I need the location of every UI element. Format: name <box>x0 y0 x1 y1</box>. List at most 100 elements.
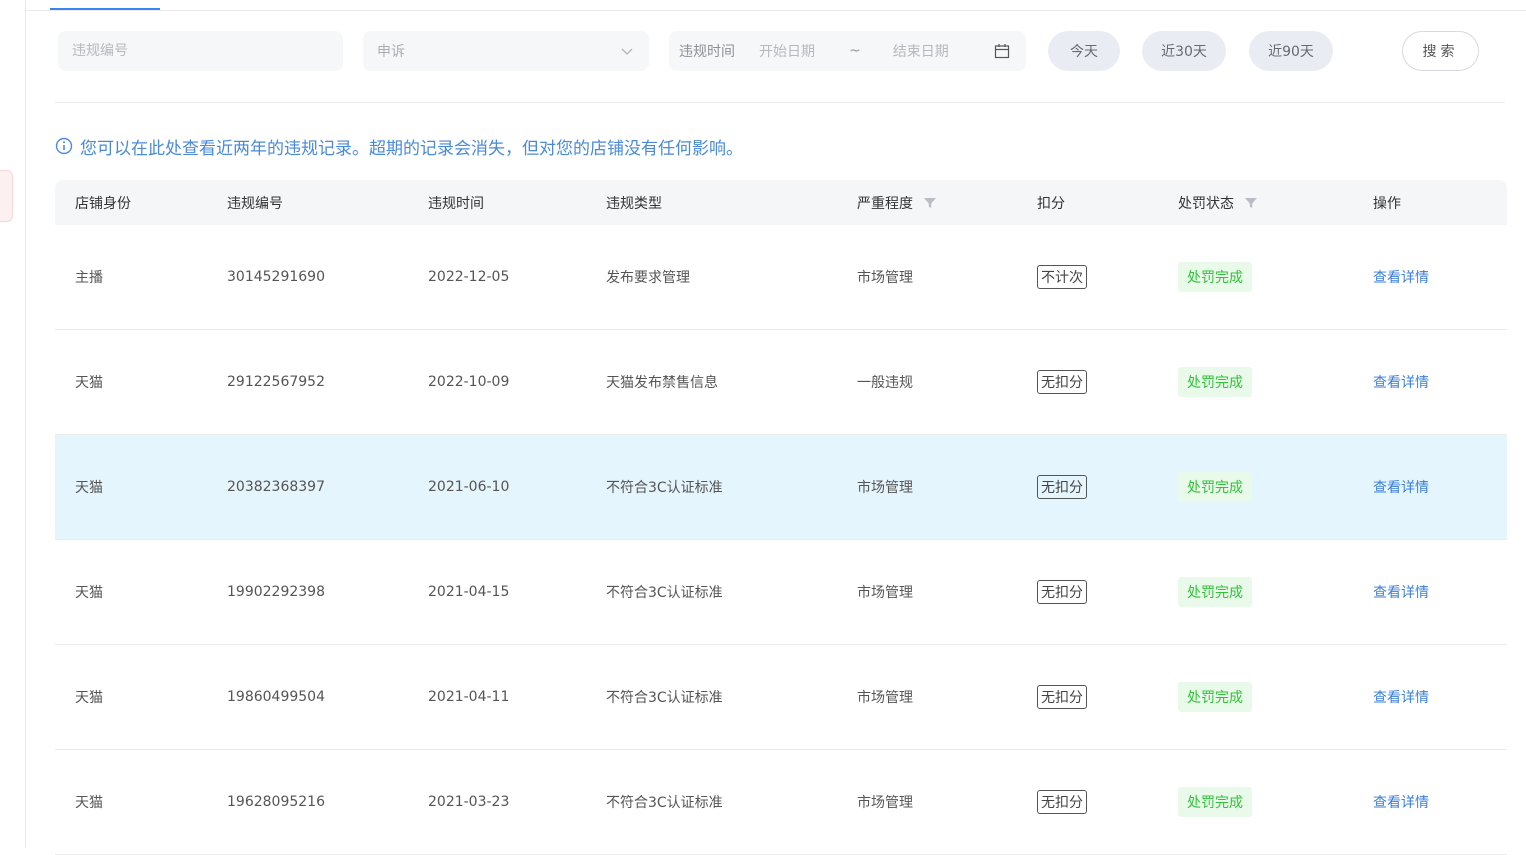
cell-number: 19860499504 <box>227 689 325 705</box>
quick-today-button[interactable]: 今天 <box>1048 31 1120 71</box>
tab-bar-divider <box>26 10 1526 11</box>
cell-time: 2021-03-23 <box>428 794 510 810</box>
cell-action-wrap: 查看详情 <box>1373 435 1429 539</box>
table-row: 天猫 19902292398 2021-04-15 不符合3C认证标准 市场管理… <box>55 540 1507 645</box>
cell-type: 天猫发布禁售信息 <box>606 375 718 391</box>
status-badge: 处罚完成 <box>1178 577 1252 607</box>
header-score: 扣分 <box>1037 195 1065 212</box>
header-status: 处罚状态 <box>1178 195 1234 212</box>
cell-severity: 市场管理 <box>857 795 913 811</box>
cell-score-badge: 无扣分 <box>1037 685 1087 709</box>
cell-severity: 一般违规 <box>857 375 913 391</box>
header-severity: 严重程度 <box>857 195 913 212</box>
cell-number: 20382368397 <box>227 479 325 495</box>
cell-status-wrap: 处罚完成 <box>1178 225 1252 329</box>
header-identity: 店铺身份 <box>75 195 131 212</box>
cell-type: 不符合3C认证标准 <box>606 480 723 496</box>
view-details-link[interactable]: 查看详情 <box>1373 792 1429 812</box>
cell-severity: 市场管理 <box>857 480 913 496</box>
header-action: 操作 <box>1373 195 1401 212</box>
cell-time: 2021-04-11 <box>428 689 510 705</box>
cell-type: 不符合3C认证标准 <box>606 795 723 811</box>
cell-status-wrap: 处罚完成 <box>1178 645 1252 749</box>
cell-score-wrap: 无扣分 <box>1037 330 1087 434</box>
header-type: 违规类型 <box>606 195 662 212</box>
cell-action-wrap: 查看详情 <box>1373 645 1429 749</box>
status-badge: 处罚完成 <box>1178 262 1252 292</box>
status-badge: 处罚完成 <box>1178 787 1252 817</box>
table-row: 天猫 29122567952 2022-10-09 天猫发布禁售信息 一般违规 … <box>55 330 1507 435</box>
info-icon <box>55 137 73 155</box>
cell-score-badge: 无扣分 <box>1037 790 1087 814</box>
cell-type: 不符合3C认证标准 <box>606 690 723 706</box>
left-sidebar-edge <box>0 0 26 848</box>
quick-30-days-button[interactable]: 近30天 <box>1142 31 1226 71</box>
view-details-link[interactable]: 查看详情 <box>1373 267 1429 287</box>
cell-severity: 市场管理 <box>857 270 913 286</box>
cell-action-wrap: 查看详情 <box>1373 225 1429 329</box>
cell-identity: 主播 <box>75 270 103 286</box>
search-button[interactable]: 搜索 <box>1402 31 1479 71</box>
cell-status-wrap: 处罚完成 <box>1178 330 1252 434</box>
header-number: 违规编号 <box>227 195 283 212</box>
cell-number: 29122567952 <box>227 374 325 390</box>
table-body: 主播 30145291690 2022-12-05 发布要求管理 市场管理 不计… <box>55 225 1507 855</box>
date-range-picker[interactable]: 违规时间 开始日期 ~ 结束日期 <box>669 31 1026 71</box>
cell-score-badge: 无扣分 <box>1037 580 1087 604</box>
cell-score-badge: 无扣分 <box>1037 370 1087 394</box>
violation-number-field[interactable] <box>58 31 343 71</box>
cell-severity: 市场管理 <box>857 585 913 601</box>
header-status-cell: 处罚状态 <box>1178 180 1258 225</box>
cell-status-wrap: 处罚完成 <box>1178 540 1252 644</box>
cell-action-wrap: 查看详情 <box>1373 330 1429 434</box>
notice-text: 您可以在此处查看近两年的违规记录。超期的记录会消失，但对您的店铺没有任何影响。 <box>80 138 743 159</box>
cell-type: 不符合3C认证标准 <box>606 585 723 601</box>
cell-number: 19902292398 <box>227 584 325 600</box>
date-range-separator: ~ <box>849 43 861 59</box>
end-date-input[interactable]: 结束日期 <box>893 41 949 61</box>
view-details-link[interactable]: 查看详情 <box>1373 582 1429 602</box>
status-badge: 处罚完成 <box>1178 472 1252 502</box>
cell-type: 发布要求管理 <box>606 270 690 286</box>
cell-identity: 天猫 <box>75 480 103 496</box>
cell-score-wrap: 无扣分 <box>1037 645 1087 749</box>
header-time: 违规时间 <box>428 195 484 212</box>
cell-status-wrap: 处罚完成 <box>1178 750 1252 854</box>
cell-action-wrap: 查看详情 <box>1373 540 1429 644</box>
cell-time: 2022-10-09 <box>428 374 510 390</box>
cell-score-wrap: 无扣分 <box>1037 435 1087 539</box>
header-severity-cell: 严重程度 <box>857 180 937 225</box>
calendar-icon[interactable] <box>994 43 1010 59</box>
date-range-label: 违规时间 <box>679 44 735 60</box>
table-row: 天猫 19860499504 2021-04-11 不符合3C认证标准 市场管理… <box>55 645 1507 750</box>
view-details-link[interactable]: 查看详情 <box>1373 477 1429 497</box>
cell-identity: 天猫 <box>75 795 103 811</box>
cell-score-badge: 无扣分 <box>1037 475 1087 499</box>
cell-identity: 天猫 <box>75 585 103 601</box>
view-details-link[interactable]: 查看详情 <box>1373 372 1429 392</box>
violation-number-input[interactable] <box>58 31 343 71</box>
cell-number: 19628095216 <box>227 794 325 810</box>
cell-severity: 市场管理 <box>857 690 913 706</box>
active-tab-indicator <box>50 8 160 10</box>
quick-90-days-button[interactable]: 近90天 <box>1249 31 1333 71</box>
start-date-input[interactable]: 开始日期 <box>759 41 815 61</box>
cell-identity: 天猫 <box>75 690 103 706</box>
status-filter-icon[interactable] <box>1244 196 1258 210</box>
cell-time: 2021-04-15 <box>428 584 510 600</box>
table-row-hovered: 天猫 20382368397 2021-06-10 不符合3C认证标准 市场管理… <box>55 435 1507 540</box>
cell-score-wrap: 不计次 <box>1037 225 1087 329</box>
cell-time: 2021-06-10 <box>428 479 510 495</box>
status-badge: 处罚完成 <box>1178 367 1252 397</box>
violation-type-select[interactable]: 申诉 <box>363 31 649 71</box>
severity-filter-icon[interactable] <box>923 196 937 210</box>
cell-score-badge: 不计次 <box>1037 265 1087 289</box>
cell-identity: 天猫 <box>75 375 103 391</box>
violation-table: 店铺身份 违规编号 违规时间 违规类型 严重程度 扣分 处罚状态 操作 主播 3… <box>55 180 1507 855</box>
cell-status-wrap: 处罚完成 <box>1178 435 1252 539</box>
view-details-link[interactable]: 查看详情 <box>1373 687 1429 707</box>
cell-score-wrap: 无扣分 <box>1037 540 1087 644</box>
table-header: 店铺身份 违规编号 违规时间 违规类型 严重程度 扣分 处罚状态 操作 <box>55 180 1507 225</box>
cell-action-wrap: 查看详情 <box>1373 750 1429 854</box>
status-badge: 处罚完成 <box>1178 682 1252 712</box>
